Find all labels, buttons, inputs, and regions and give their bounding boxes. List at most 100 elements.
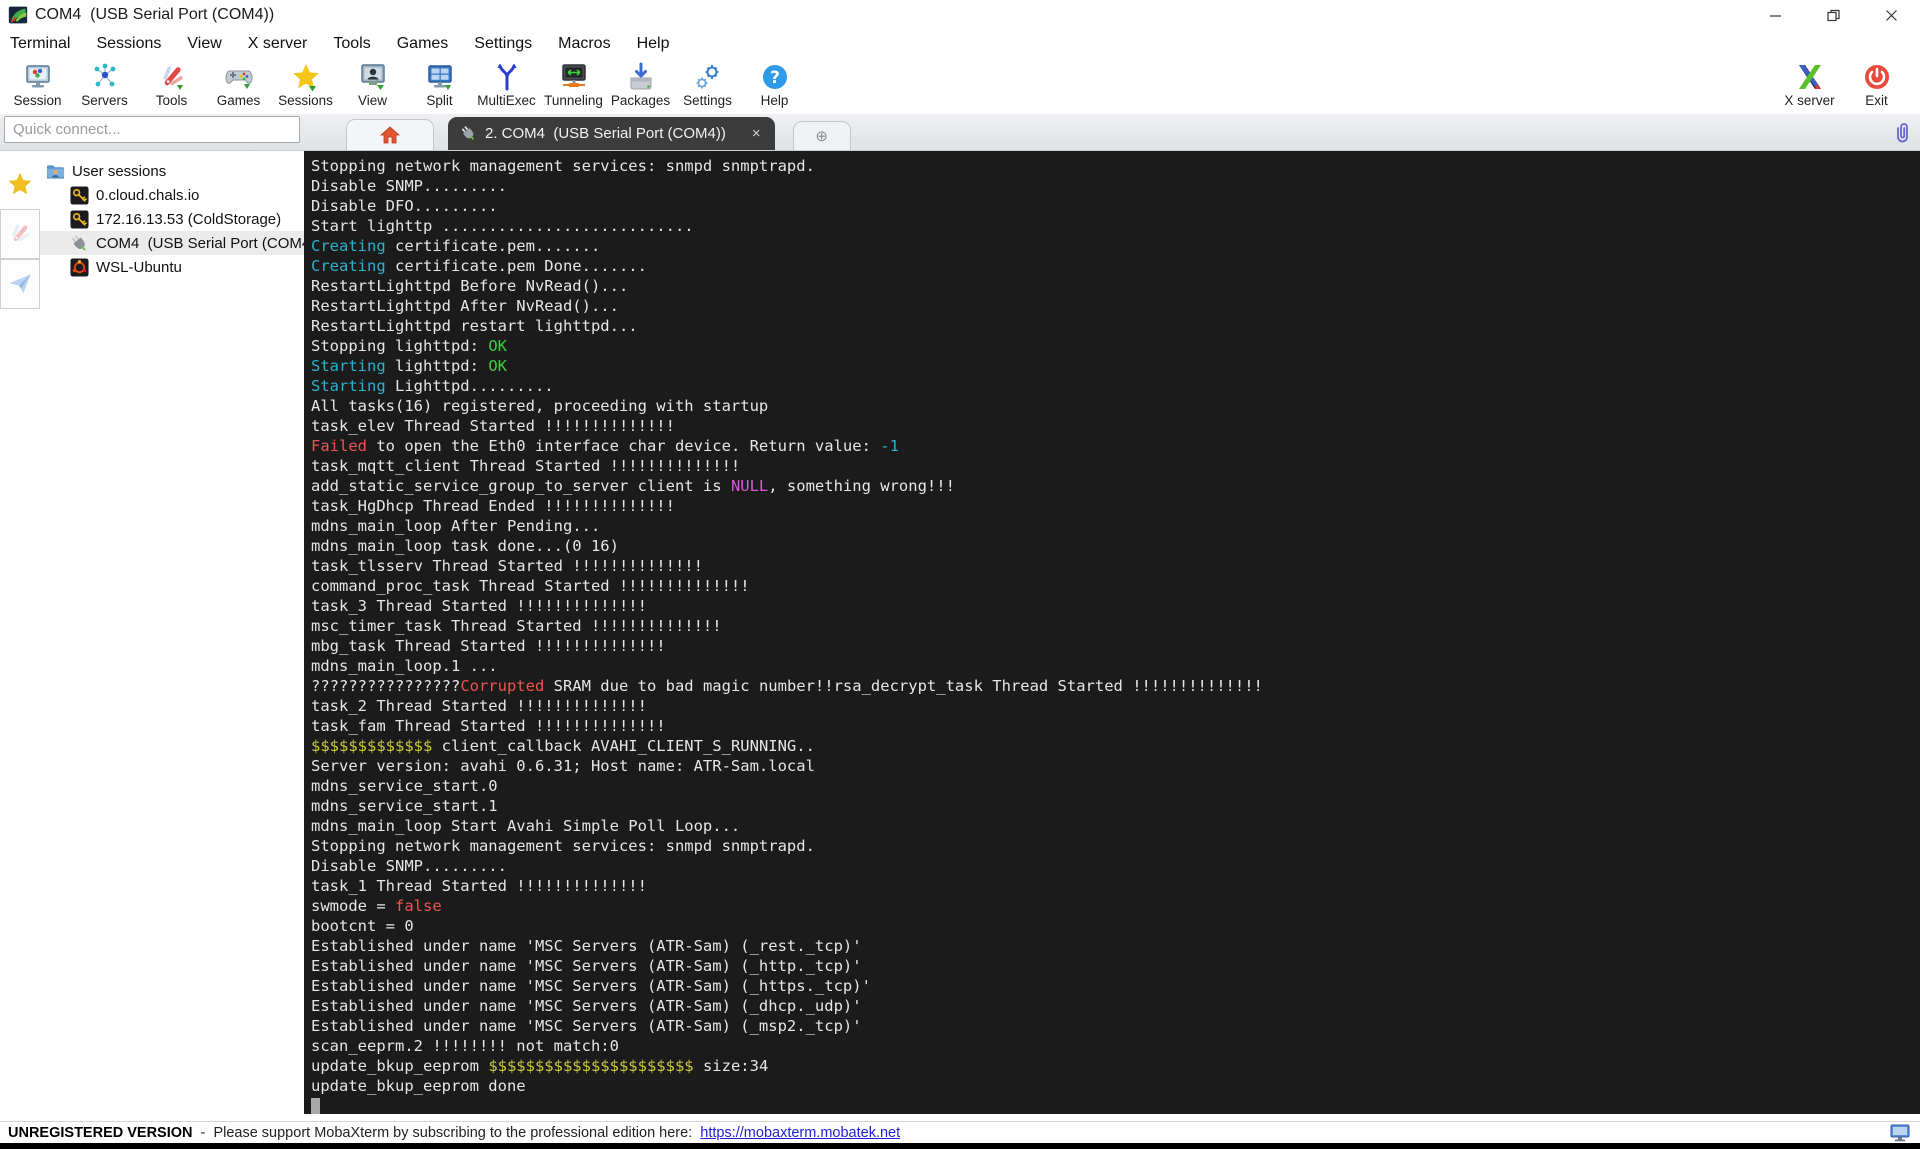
session-button[interactable]: Session — [4, 60, 71, 108]
exit-icon — [1864, 65, 1889, 89]
macros-tools-button[interactable] — [0, 209, 40, 259]
xserver-icon — [1798, 65, 1821, 89]
tab-label: 2. COM4 (USB Serial Port (COM4)) — [485, 125, 726, 142]
sessions-sidebar: User sessions 0.cloud.chals.io 172.16.13… — [0, 151, 322, 1114]
menu-view[interactable]: View — [187, 35, 221, 53]
servers-icon — [94, 63, 115, 87]
minimize-button[interactable] — [1746, 0, 1804, 30]
terminal[interactable]: Stopping network management services: sn… — [304, 151, 1920, 1114]
bottom-strip — [0, 1143, 1920, 1149]
toolbar-label: Help — [760, 93, 789, 108]
menu-games[interactable]: Games — [397, 35, 449, 53]
home-icon — [380, 126, 400, 144]
svg-text:?: ? — [770, 68, 780, 88]
tools-button[interactable]: Tools — [138, 60, 205, 108]
toolbar-label: Settings — [683, 93, 732, 108]
help-button[interactable]: ? Help — [741, 60, 808, 108]
settings-button[interactable]: Settings — [674, 60, 741, 108]
session-item-label: COM4 (USB Serial Port (COM4)) — [96, 234, 321, 252]
toolbar-label: Tunneling — [544, 93, 603, 108]
maximize-button[interactable] — [1804, 0, 1862, 30]
toolbar-label: MultiExec — [477, 93, 536, 108]
serial-plug-icon — [72, 235, 86, 251]
ssh-key-icon — [70, 209, 89, 229]
packages-icon — [630, 62, 651, 90]
toolbar-label: Exit — [1865, 93, 1888, 108]
toolbar-label: Packages — [610, 93, 671, 108]
session-item-label: 0.cloud.chals.io — [96, 186, 200, 204]
split-button[interactable]: Split — [406, 60, 473, 108]
toolbar-label: X server — [1784, 93, 1835, 108]
multiexec-button[interactable]: MultiExec — [473, 60, 540, 108]
sessions-button[interactable]: Sessions — [272, 60, 339, 108]
session-item-label: WSL-Ubuntu — [96, 258, 182, 276]
paper-plane-icon — [9, 274, 31, 294]
menu-sessions[interactable]: Sessions — [96, 35, 161, 53]
toolbar-label: Sessions — [278, 93, 333, 108]
session-item-label: 172.16.13.53 (ColdStorage) — [96, 210, 282, 228]
menu-settings[interactable]: Settings — [474, 35, 532, 53]
games-icon — [224, 70, 253, 89]
toolbar-label: View — [357, 93, 388, 108]
menu-terminal[interactable]: Terminal — [10, 35, 70, 53]
attachments-paperclip-icon[interactable] — [1892, 121, 1912, 145]
unregistered-version-label: UNREGISTERED VERSION — [8, 1124, 193, 1141]
menu-macros[interactable]: Macros — [558, 35, 610, 53]
session-item-com4[interactable]: COM4 (USB Serial Port (COM4)) — [40, 231, 321, 255]
user-sessions-folder-icon — [46, 164, 65, 179]
title-bar: COM4 (USB Serial Port (COM4)) — [0, 0, 1920, 30]
home-tab[interactable] — [346, 119, 434, 150]
settings-icon — [696, 65, 718, 89]
mobatek-link[interactable]: https://mobaxterm.mobatek.net — [700, 1125, 900, 1141]
view-button[interactable]: View — [339, 60, 406, 108]
swiss-knife-icon — [12, 224, 30, 242]
games-button[interactable]: Games — [205, 60, 272, 108]
mobaxterm-window: COM4 (USB Serial Port (COM4)) Terminal S… — [0, 0, 1920, 1149]
shared-sessions-button[interactable] — [0, 259, 40, 309]
star-icon — [8, 172, 32, 195]
tunneling-button[interactable]: Tunneling — [540, 60, 607, 108]
menu-bar: Terminal Sessions View X server Tools Ga… — [0, 30, 1920, 58]
exit-button[interactable]: Exit — [1843, 60, 1910, 108]
tree-root-label: User sessions — [72, 162, 167, 180]
ssh-key-icon — [70, 185, 89, 205]
tunneling-icon — [561, 64, 586, 87]
menu-help[interactable]: Help — [637, 35, 670, 53]
sidebar-icon-strip — [0, 151, 40, 1114]
tab-com4[interactable]: 2. COM4 (USB Serial Port (COM4)) × — [448, 117, 775, 150]
minimize-icon — [1769, 14, 1781, 17]
view-icon — [360, 64, 385, 90]
session-item-wsl-ubuntu[interactable]: WSL-Ubuntu — [40, 255, 320, 279]
favorites-star-button[interactable] — [0, 159, 40, 209]
ubuntu-icon — [70, 257, 89, 277]
menu-xserver[interactable]: X server — [248, 35, 308, 53]
menu-tools[interactable]: Tools — [333, 35, 370, 53]
tab-close-icon[interactable]: × — [752, 125, 761, 142]
xserver-button[interactable]: X server — [1776, 60, 1843, 108]
window-title: COM4 (USB Serial Port (COM4)) — [35, 6, 275, 23]
packages-button[interactable]: Packages — [607, 60, 674, 108]
quick-connect-input[interactable] — [4, 116, 300, 143]
toolbar-label: Split — [426, 93, 453, 108]
tree-root-user-sessions[interactable]: User sessions — [40, 159, 320, 183]
session-icon — [25, 65, 50, 88]
servers-button[interactable]: Servers — [71, 60, 138, 108]
status-message: - Please support MobaXterm by subscribin… — [192, 1124, 701, 1141]
restore-icon — [1826, 9, 1840, 21]
multiexec-icon — [497, 63, 516, 91]
tab-bar: 2. COM4 (USB Serial Port (COM4)) × ⊕ — [0, 114, 1920, 151]
sessions-tree: User sessions 0.cloud.chals.io 172.16.13… — [40, 151, 321, 1114]
toolbar: Session Servers Tools Games Sessions Vie… — [0, 58, 1920, 114]
sessions-star-icon — [292, 64, 319, 92]
new-tab-icon: ⊕ — [815, 128, 828, 145]
close-button[interactable] — [1862, 0, 1920, 30]
session-item-cloud-chals[interactable]: 0.cloud.chals.io — [40, 183, 320, 207]
split-icon — [427, 65, 452, 90]
toolbar-label: Games — [216, 93, 261, 108]
help-icon: ? — [762, 65, 787, 89]
toolbar-label: Tools — [155, 93, 188, 108]
session-item-coldstorage[interactable]: 172.16.13.53 (ColdStorage) — [40, 207, 320, 231]
new-tab-button[interactable]: ⊕ — [792, 121, 851, 150]
status-display-icon[interactable] — [1890, 1124, 1910, 1142]
toolbar-label: Session — [13, 93, 62, 108]
